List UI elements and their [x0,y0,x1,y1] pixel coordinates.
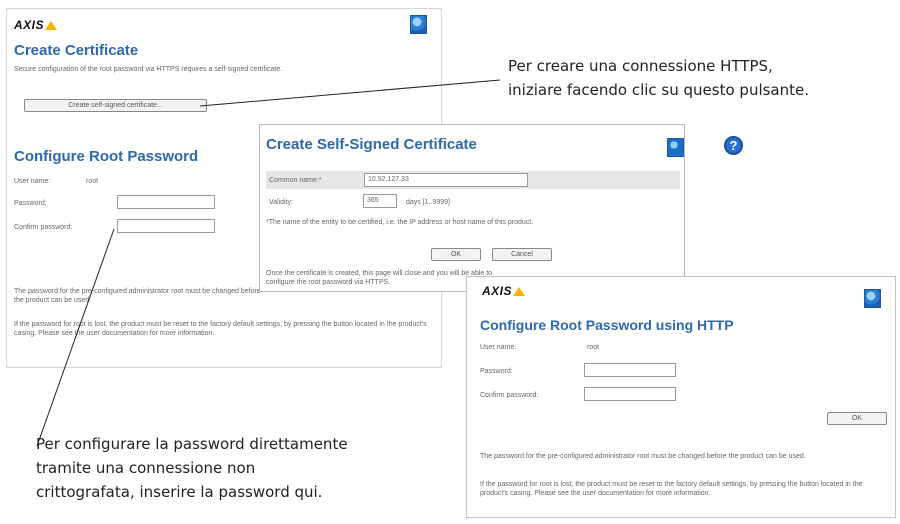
help-icon[interactable]: ? [724,136,743,155]
common-name-footnote: *The name of the entity to be certified,… [266,219,534,226]
user-name-label: User name: [480,344,517,351]
self-signed-certificate-dialog: Create Self-Signed Certificate ? Common … [259,124,685,292]
self-signed-title: Create Self-Signed Certificate [266,136,477,153]
create-certificate-description: Secure configuration of the root passwor… [14,66,283,73]
password-label: Password: [14,200,47,207]
root-password-note: The password for the pre-configured admi… [14,288,261,304]
user-name-label: User name: [14,178,51,185]
http-panel-title: Configure Root Password using HTTP [480,317,734,333]
validity-label: Validity: [269,199,293,206]
password-label: Password: [480,368,513,375]
user-name-value: root [587,344,600,351]
axis-logo: AXIS [14,18,58,32]
confirm-password-input[interactable] [584,387,676,401]
configure-root-password-title: Configure Root Password [14,148,199,165]
root-password-reset-note: If the password for root is lost, the pr… [480,481,863,497]
common-name-label: Common name:* [269,177,322,184]
http-root-password-panel: AXIS Configure Root Password using HTTP … [466,276,896,518]
certificate-info-line1: Once the certificate is created, this pa… [266,270,493,277]
http-annotation-line2: tramite una connessione non [36,459,256,477]
axis-logo: AXIS [482,284,526,298]
validity-input[interactable]: 365 [363,194,397,208]
https-annotation-line1: Per creare una connessione HTTPS, [508,57,773,75]
https-annotation-line2: iniziare facendo clic su questo pulsante… [508,81,810,99]
cancel-button[interactable]: Cancel [492,248,552,261]
confirm-password-label: Confirm password: [480,392,539,399]
globe-icon [667,138,684,157]
password-input[interactable] [117,195,215,209]
confirm-password-label: Confirm password: [14,224,73,231]
http-annotation-line1: Per configurare la password direttamente [36,435,348,453]
globe-icon [864,289,881,308]
confirm-password-input[interactable] [117,219,215,233]
globe-icon [410,15,427,34]
ok-button[interactable]: OK [431,248,481,261]
common-name-input[interactable]: 10.92.127.33 [364,173,528,187]
root-password-reset-note: If the password for root is lost, the pr… [14,321,427,337]
create-self-signed-certificate-button[interactable]: Create self-signed certificate... [24,99,207,112]
root-password-note: The password for the pre-configured admi… [480,453,806,460]
password-input[interactable] [584,363,676,377]
http-annotation-line3: crittografata, inserire la password qui. [36,483,323,501]
validity-unit: days [1..9999] [406,199,450,206]
create-certificate-title: Create Certificate [14,42,139,59]
user-name-value: root [86,178,99,185]
ok-button[interactable]: OK [827,412,887,425]
certificate-info-line2: configure the root password via HTTPS. [266,279,391,286]
